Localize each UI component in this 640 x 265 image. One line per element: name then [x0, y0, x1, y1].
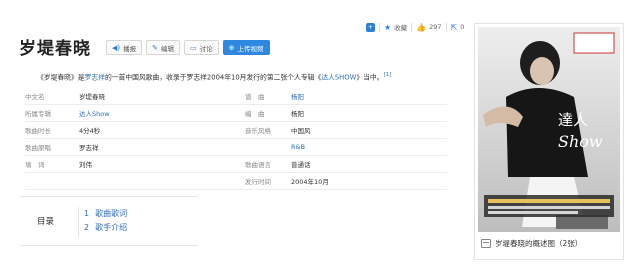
- divider: [445, 22, 447, 32]
- divider: [411, 22, 413, 32]
- album-cover-image[interactable]: 達人 Show: [478, 27, 620, 232]
- toc-item-number: 2: [84, 223, 90, 232]
- table-of-contents: 目录 1 歌曲歌词 2 歌手介绍: [20, 196, 198, 246]
- info-row: 歌曲时长 4分4秒 音乐风格 中国风: [25, 122, 447, 139]
- singer-link[interactable]: 罗志祥: [85, 73, 105, 81]
- collect-button[interactable]: ★ 收藏: [384, 22, 408, 33]
- info-value-link[interactable]: 杨阳: [291, 91, 304, 101]
- summary-text: 》当中。: [356, 73, 384, 82]
- info-value: 罗志祥: [79, 144, 99, 152]
- like-button[interactable]: 👍 297: [416, 23, 441, 32]
- toc-label: 目录: [37, 217, 55, 227]
- info-value: 2004年10月: [291, 178, 329, 186]
- album-cover-art: 達人 Show: [478, 27, 620, 232]
- share-icon: ⇱: [450, 22, 458, 32]
- info-key: 歌曲语言: [245, 161, 271, 169]
- plus-circle-icon: ⊕: [228, 43, 235, 52]
- toc-item-label: 歌曲歌词: [95, 209, 128, 218]
- play-button[interactable]: ◀) 播报: [106, 40, 143, 55]
- play-label: 播报: [123, 44, 137, 53]
- info-value: 普通话: [291, 161, 311, 169]
- card-caption-text: 岁堤春晓的概述图（2张）: [495, 239, 583, 248]
- divider: [78, 207, 79, 237]
- toc-item-number: 1: [84, 209, 90, 218]
- summary-text: 《岁堤春晓》是: [37, 73, 85, 82]
- basic-info-table: 中文名 岁堤春晓 谱 曲 杨阳 所属专辑 达人Show 编 曲 杨阳 歌曲时长 …: [25, 88, 447, 190]
- info-key: 音乐风格: [245, 127, 271, 135]
- summary-text: 的一首中国风歌曲，收录于罗志祥2004年10月发行的第二张个人专辑《: [104, 73, 322, 82]
- info-key: 中文名: [25, 93, 45, 101]
- info-value: 杨阳: [291, 110, 304, 118]
- info-key: 编 曲: [245, 110, 265, 118]
- upload-label: 上传视频: [237, 44, 264, 53]
- like-count: 297: [429, 23, 442, 31]
- main-content: + ★ 收藏 👍 297 ⇱ 0 岁堤春晓 ◀) 播报 ✎ 编辑 ▭ 讨论 ⊕ …: [0, 0, 470, 265]
- info-value-link[interactable]: R&B: [291, 143, 305, 151]
- add-button[interactable]: +: [366, 22, 375, 32]
- toc-list: 1 歌曲歌词 2 歌手介绍: [84, 207, 127, 235]
- card-caption[interactable]: 岁堤春晓的概述图（2张）: [481, 238, 582, 249]
- edit-label: 编辑: [161, 44, 174, 53]
- info-value: 4分4秒: [79, 127, 101, 135]
- title-actions: ◀) 播报 ✎ 编辑 ▭ 讨论 ⊕ 上传视频: [106, 40, 270, 55]
- comment-icon: ▭: [190, 43, 197, 52]
- cover-title-en: Show: [558, 132, 603, 151]
- info-row: 中文名 岁堤春晓 谱 曲 杨阳: [25, 88, 447, 105]
- speaker-icon: ◀): [112, 43, 121, 52]
- star-icon: ★: [384, 22, 392, 32]
- divider: [379, 22, 380, 32]
- gallery-icon: [481, 239, 491, 248]
- info-key: 歌曲时长: [25, 127, 51, 135]
- toc-item[interactable]: 2 歌手介绍: [84, 221, 127, 235]
- page-title: 岁堤春晓: [19, 39, 91, 59]
- info-key: 发行时间: [245, 178, 271, 186]
- album-card[interactable]: 達人 Show 岁堤春晓的概述图（2张）: [474, 23, 624, 260]
- page: + ★ 收藏 👍 297 ⇱ 0 岁堤春晓 ◀) 播报 ✎ 编辑 ▭ 讨论 ⊕ …: [0, 0, 640, 265]
- info-key: 填 词: [25, 161, 45, 169]
- info-value: 刘伟: [79, 161, 92, 169]
- collect-label: 收藏: [394, 24, 408, 32]
- discuss-label: 讨论: [199, 44, 213, 53]
- share-count: 0: [460, 23, 465, 31]
- info-key: 谱 曲: [245, 93, 265, 101]
- info-row: 所属专辑 达人Show 编 曲 杨阳: [25, 105, 447, 122]
- toolbar: + ★ 收藏 👍 297 ⇱ 0: [366, 22, 464, 32]
- info-value-link[interactable]: 达人Show: [79, 108, 245, 118]
- info-key: 歌曲原唱: [25, 144, 51, 152]
- toc-item-label: 歌手介绍: [95, 223, 128, 232]
- share-button[interactable]: ⇱ 0: [451, 23, 465, 32]
- info-value: 中国风: [291, 127, 311, 135]
- plus-icon: +: [366, 22, 375, 32]
- toc-item[interactable]: 1 歌曲歌词: [84, 207, 127, 221]
- upload-video-button[interactable]: ⊕ 上传视频: [222, 40, 270, 55]
- edit-button[interactable]: ✎ 编辑: [146, 40, 180, 55]
- info-row: 歌曲原唱 罗志祥 R&B: [25, 139, 447, 156]
- album-link[interactable]: 达人SHOW: [321, 73, 356, 81]
- summary-paragraph: 《岁堤春晓》是罗志祥的一首中国风歌曲，收录于罗志祥2004年10月发行的第二张个…: [37, 70, 457, 82]
- info-row: 填 词 刘伟 歌曲语言 普通话: [25, 156, 447, 173]
- pencil-icon: ✎: [152, 43, 158, 52]
- reference-link[interactable]: [1]: [384, 72, 392, 78]
- thumb-up-icon: 👍: [416, 22, 427, 32]
- info-value: 岁堤春晓: [79, 93, 105, 101]
- info-row: 发行时间 2004年10月: [25, 173, 447, 190]
- discuss-button[interactable]: ▭ 讨论: [184, 40, 219, 55]
- info-key: 所属专辑: [25, 110, 51, 118]
- cover-title-cn: 達人: [558, 111, 588, 129]
